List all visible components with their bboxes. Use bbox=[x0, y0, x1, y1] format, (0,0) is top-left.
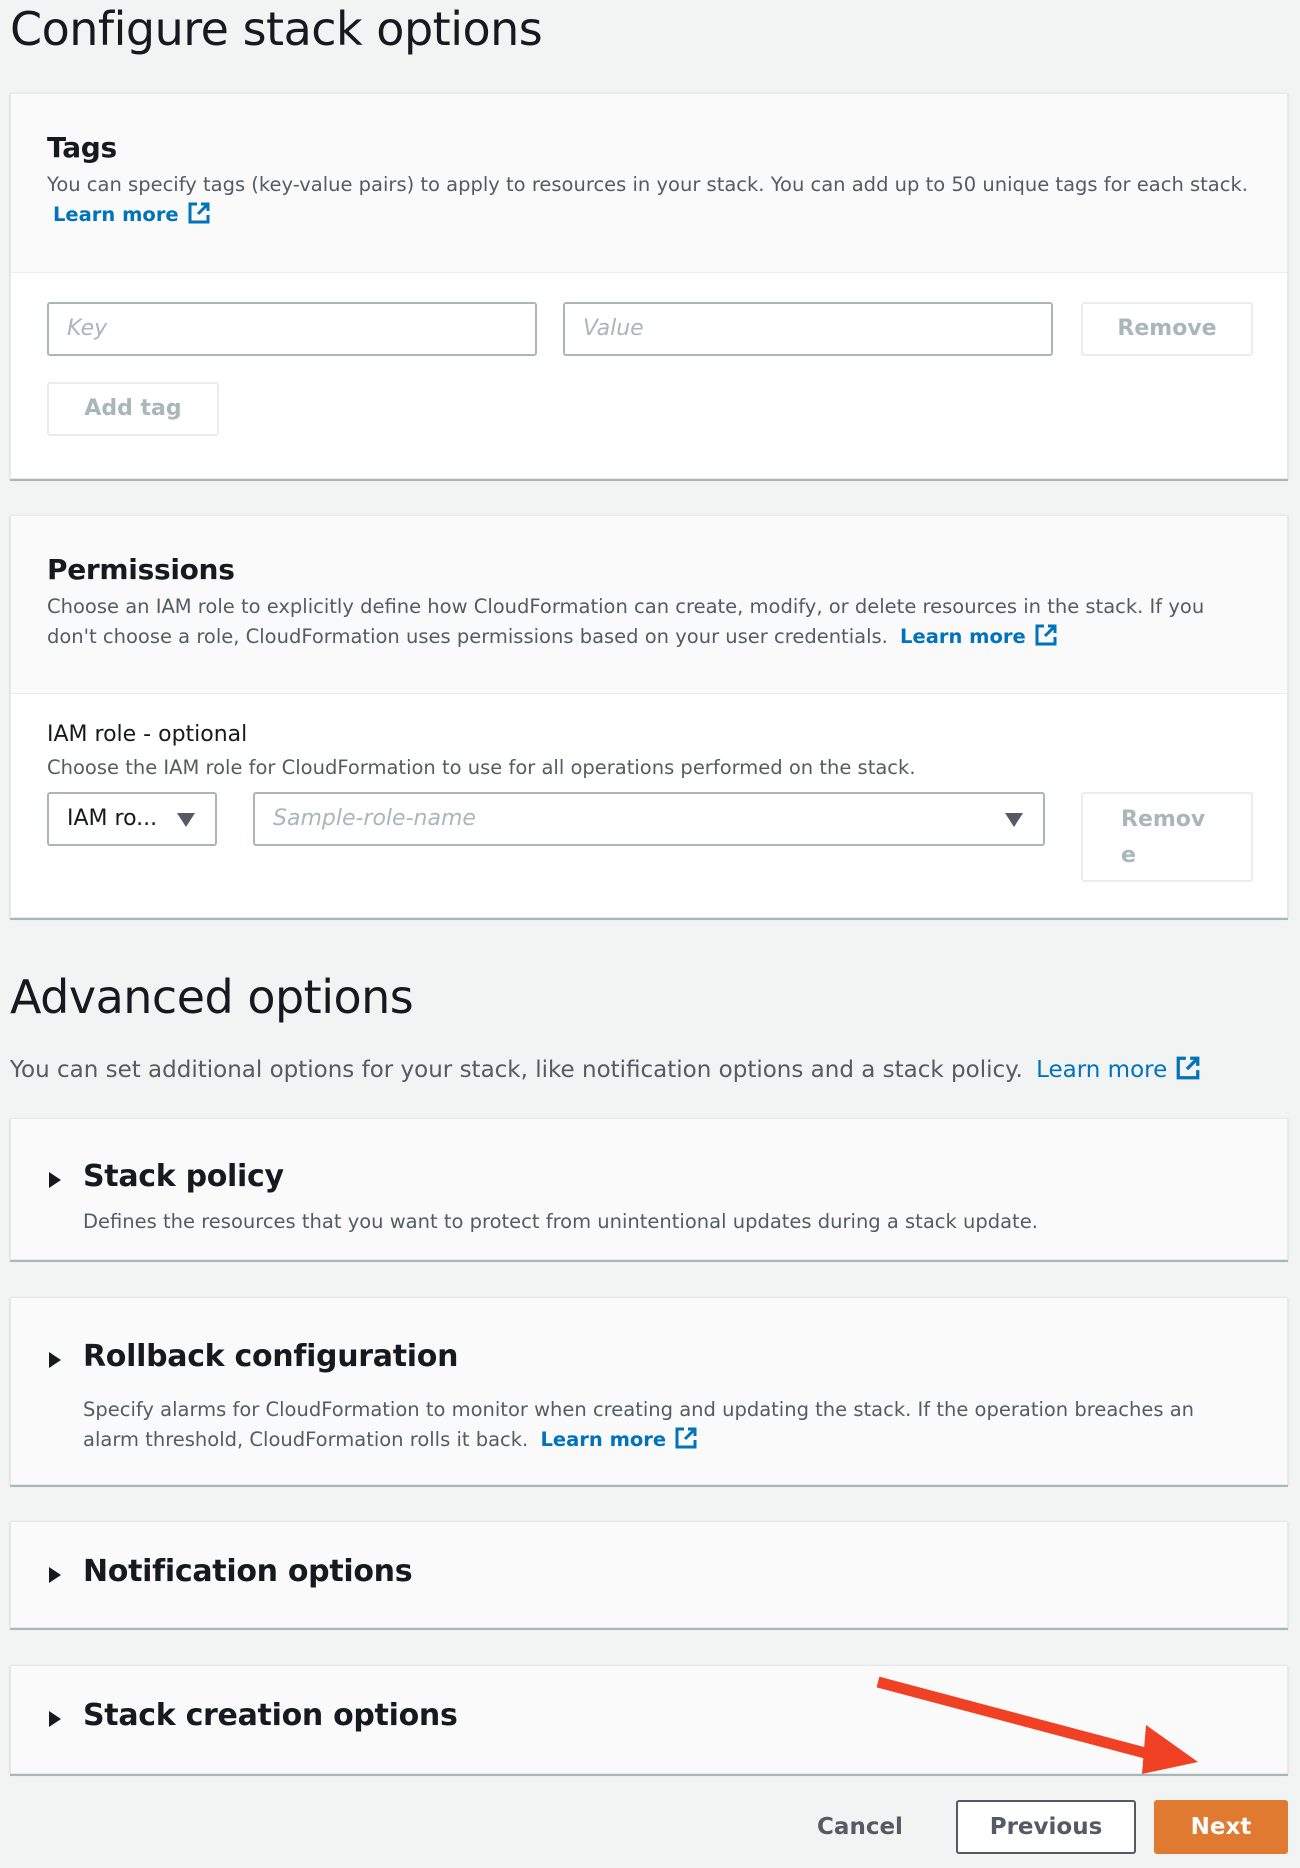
iam-role-type-value: IAM ro... bbox=[67, 806, 158, 831]
previous-button[interactable]: Previous bbox=[956, 1800, 1136, 1854]
cancel-button[interactable]: Cancel bbox=[800, 1800, 920, 1854]
iam-role-label: IAM role - optional bbox=[47, 722, 248, 747]
rollback-configuration-description: Specify alarms for CloudFormation to mon… bbox=[83, 1395, 1227, 1455]
rollback-learn-more-link[interactable]: Learn more bbox=[540, 1427, 698, 1451]
permissions-learn-more-link[interactable]: Learn more bbox=[900, 624, 1058, 648]
rollback-configuration-section[interactable]: Rollback configuration Specify alarms fo… bbox=[10, 1297, 1288, 1485]
tags-panel: Tags You can specify tags (key-value pai… bbox=[10, 93, 1288, 479]
tags-learn-more-label: Learn more bbox=[53, 203, 179, 226]
iam-role-name-placeholder: Sample-role-name bbox=[273, 806, 476, 831]
remove-role-button[interactable]: Remov e bbox=[1081, 792, 1253, 882]
tag-key-input[interactable]: Key bbox=[47, 302, 537, 356]
iam-role-name-select[interactable]: Sample-role-name bbox=[253, 792, 1045, 846]
permissions-panel: Permissions Choose an IAM role to explic… bbox=[10, 515, 1288, 918]
tags-description: You can specify tags (key-value pairs) t… bbox=[47, 170, 1251, 230]
caret-down-icon bbox=[1005, 813, 1023, 827]
notification-options-title: Notification options bbox=[83, 1554, 413, 1589]
tags-description-text: You can specify tags (key-value pairs) t… bbox=[47, 173, 1248, 196]
permissions-title: Permissions bbox=[47, 553, 235, 586]
advanced-learn-more-link[interactable]: Learn more bbox=[1036, 1056, 1201, 1083]
permissions-learn-more-label: Learn more bbox=[900, 625, 1026, 648]
iam-role-type-select[interactable]: IAM ro... bbox=[47, 792, 217, 846]
caret-right-icon bbox=[49, 1172, 61, 1188]
external-link-icon bbox=[675, 1427, 697, 1449]
remove-tag-button[interactable]: Remove bbox=[1081, 302, 1253, 356]
tag-value-input[interactable]: Value bbox=[563, 302, 1053, 356]
remove-role-label-line1: Remov bbox=[1121, 807, 1206, 832]
external-link-icon bbox=[1035, 624, 1057, 646]
caret-right-icon bbox=[49, 1567, 61, 1583]
advanced-options-description: You can set additional options for your … bbox=[10, 1055, 1201, 1083]
remove-role-label-line2: e bbox=[1121, 843, 1136, 868]
advanced-description-text: You can set additional options for your … bbox=[10, 1057, 1023, 1083]
tags-learn-more-link[interactable]: Learn more bbox=[53, 202, 211, 226]
next-button[interactable]: Next bbox=[1154, 1800, 1288, 1854]
stack-policy-description: Defines the resources that you want to p… bbox=[83, 1210, 1038, 1233]
tags-title: Tags bbox=[47, 131, 117, 164]
permissions-description: Choose an IAM role to explicitly define … bbox=[47, 592, 1251, 652]
page-title: Configure stack options bbox=[10, 2, 543, 56]
stack-creation-options-section[interactable]: Stack creation options bbox=[10, 1665, 1288, 1774]
tags-panel-body: Key Value Remove Add tag bbox=[11, 273, 1287, 478]
advanced-learn-more-label: Learn more bbox=[1036, 1057, 1168, 1083]
advanced-options-title: Advanced options bbox=[10, 970, 414, 1024]
rollback-configuration-title: Rollback configuration bbox=[83, 1339, 459, 1374]
stack-policy-title: Stack policy bbox=[83, 1159, 284, 1194]
iam-role-description: Choose the IAM role for CloudFormation t… bbox=[47, 756, 916, 779]
stack-creation-options-title: Stack creation options bbox=[83, 1698, 458, 1733]
external-link-icon bbox=[1176, 1056, 1200, 1080]
caret-right-icon bbox=[49, 1352, 61, 1368]
rollback-learn-more-label: Learn more bbox=[540, 1428, 667, 1451]
stack-policy-section[interactable]: Stack policy Defines the resources that … bbox=[10, 1118, 1288, 1260]
caret-right-icon bbox=[49, 1711, 61, 1727]
external-link-icon bbox=[188, 202, 210, 224]
tags-panel-header: Tags You can specify tags (key-value pai… bbox=[11, 94, 1287, 273]
notification-options-section[interactable]: Notification options bbox=[10, 1521, 1288, 1628]
permissions-panel-header: Permissions Choose an IAM role to explic… bbox=[11, 516, 1287, 694]
caret-down-icon bbox=[177, 813, 195, 827]
add-tag-button[interactable]: Add tag bbox=[47, 382, 219, 436]
permissions-panel-body: IAM role - optional Choose the IAM role … bbox=[11, 694, 1287, 917]
